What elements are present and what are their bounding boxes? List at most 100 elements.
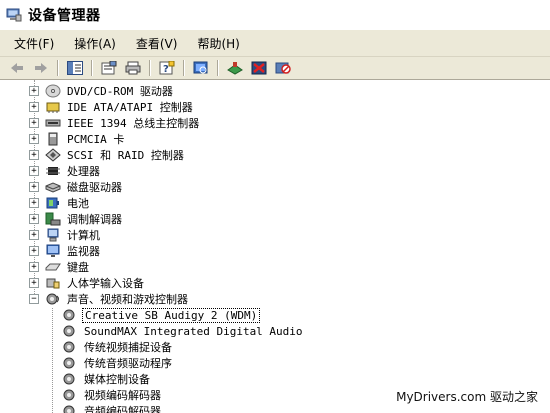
sound-device-label: 传统音频驱动程序: [84, 357, 172, 370]
computer-icon: [45, 228, 61, 242]
tree-item-label: 键盘: [67, 261, 89, 274]
sound-device-label: 音频编码解码器: [84, 405, 161, 413]
menu-help[interactable]: 帮助(H): [195, 33, 241, 54]
tree-item-label: SCSI 和 RAID 控制器: [67, 149, 184, 162]
expand-plus-icon[interactable]: +: [29, 246, 39, 256]
device-tree: + DVD/CD-ROM 驱动器 + IDE ATA/ATAPI 控制器 + I…: [0, 80, 550, 413]
expand-plus-icon[interactable]: +: [29, 230, 39, 240]
tree-item-label: 声音、视频和游戏控制器: [67, 293, 188, 306]
scsi-icon: [45, 148, 61, 162]
tree-item-label: PCMCIA 卡: [67, 133, 125, 146]
sound-device-label: 视频编码解码器: [84, 389, 161, 402]
watermark-text: MyDrivers.com 驱动之家: [396, 390, 538, 404]
tree-item-label: 人体学输入设备: [67, 277, 144, 290]
toolbar: ?: [0, 57, 550, 80]
menu-file[interactable]: 文件(F): [12, 33, 56, 54]
sound-device-row[interactable]: 视频编码解码器: [62, 387, 163, 403]
speaker-icon: [62, 388, 78, 402]
tree-item-processor[interactable]: + 处理器: [29, 163, 102, 179]
tree-item-pcmcia[interactable]: + PCMCIA 卡: [29, 131, 126, 147]
properties-icon[interactable]: [100, 59, 118, 77]
tree-item-scsi[interactable]: + SCSI 和 RAID 控制器: [29, 147, 186, 163]
speaker-icon: [62, 372, 78, 386]
sound-device-label: SoundMAX Integrated Digital Audio: [84, 324, 303, 338]
svg-text:?: ?: [163, 64, 169, 75]
battery-icon: [45, 196, 61, 210]
forward-arrow-icon[interactable]: [32, 59, 50, 77]
cdrom-icon: [45, 84, 61, 98]
expand-plus-icon[interactable]: +: [29, 182, 39, 192]
print-icon[interactable]: [124, 59, 142, 77]
sound-device-label: Creative SB Audigy 2 (WDM): [82, 307, 261, 323]
monitor-icon: [45, 244, 61, 258]
sound-device-label: 传统视频捕捉设备: [84, 341, 172, 354]
tree-item-battery[interactable]: + 电池: [29, 195, 91, 211]
sound-device-row[interactable]: Creative SB Audigy 2 (WDM): [62, 307, 261, 323]
tree-item-disk-drive[interactable]: + 磁盘驱动器: [29, 179, 124, 195]
expand-plus-icon[interactable]: +: [29, 118, 39, 128]
menu-action[interactable]: 操作(A): [72, 33, 118, 54]
expand-plus-icon[interactable]: +: [29, 150, 39, 160]
toolbar-separator: [183, 60, 185, 76]
tree-item-computer[interactable]: + 计算机: [29, 227, 102, 243]
menu-bar: 文件(F) 操作(A) 查看(V) 帮助(H): [0, 30, 550, 57]
sound-device-row[interactable]: 传统音频驱动程序: [62, 355, 174, 371]
menu-view[interactable]: 查看(V): [134, 33, 180, 54]
toolbar-separator: [217, 60, 219, 76]
tree-item-keyboard[interactable]: + 键盘: [29, 259, 91, 275]
tree-item-hid[interactable]: + 人体学输入设备: [29, 275, 146, 291]
ide-controller-icon: [45, 100, 61, 114]
processor-icon: [45, 164, 61, 178]
ieee1394-icon: [45, 116, 61, 130]
tree-item-label: IEEE 1394 总线主控制器: [67, 117, 200, 130]
sound-device-row[interactable]: 媒体控制设备: [62, 371, 152, 387]
speaker-icon: [62, 340, 78, 354]
tree-item-ide[interactable]: + IDE ATA/ATAPI 控制器: [29, 99, 195, 115]
pcmcia-icon: [45, 132, 61, 146]
disk-drive-icon: [45, 180, 61, 194]
expand-plus-icon[interactable]: +: [29, 198, 39, 208]
window-title: 设备管理器: [28, 8, 101, 24]
tree-item-ieee1394[interactable]: + IEEE 1394 总线主控制器: [29, 115, 201, 131]
back-arrow-icon[interactable]: [8, 59, 26, 77]
tree-item-label: 处理器: [67, 165, 100, 178]
title-bar: 设备管理器: [0, 0, 550, 30]
sound-device-row[interactable]: SoundMAX Integrated Digital Audio: [62, 323, 305, 339]
scan-hardware-icon[interactable]: [192, 59, 210, 77]
keyboard-icon: [45, 260, 61, 274]
speaker-icon: [62, 324, 78, 338]
expand-plus-icon[interactable]: +: [29, 102, 39, 112]
tree-item-label: DVD/CD-ROM 驱动器: [67, 85, 173, 98]
update-driver-icon[interactable]: [226, 59, 244, 77]
tree-item-modem[interactable]: + 调制解调器: [29, 211, 124, 227]
disable-device-icon[interactable]: [274, 59, 292, 77]
speaker-icon: [62, 356, 78, 370]
expand-plus-icon[interactable]: +: [29, 278, 39, 288]
show-hide-tree-icon[interactable]: [66, 59, 84, 77]
hid-icon: [45, 276, 61, 290]
device-manager-icon: [6, 8, 22, 22]
tree-item-label: 调制解调器: [67, 213, 122, 226]
tree-item-dvd-cdrom[interactable]: + DVD/CD-ROM 驱动器: [29, 83, 175, 99]
sound-icon: [45, 292, 61, 306]
sound-device-row[interactable]: 传统视频捕捉设备: [62, 339, 174, 355]
tree-item-monitor[interactable]: + 监视器: [29, 243, 102, 259]
expand-plus-icon[interactable]: +: [29, 262, 39, 272]
sound-device-label: 媒体控制设备: [84, 373, 150, 386]
tree-connector-line: [52, 308, 53, 413]
expand-plus-icon[interactable]: +: [29, 86, 39, 96]
tree-item-sound[interactable]: − 声音、视频和游戏控制器: [29, 291, 190, 307]
modem-icon: [45, 212, 61, 226]
collapse-minus-icon[interactable]: −: [29, 294, 39, 304]
tree-item-label: 监视器: [67, 245, 100, 258]
help-icon[interactable]: ?: [158, 59, 176, 77]
toolbar-separator: [91, 60, 93, 76]
sound-device-row[interactable]: 音频编码解码器: [62, 403, 163, 413]
toolbar-separator: [149, 60, 151, 76]
expand-plus-icon[interactable]: +: [29, 166, 39, 176]
speaker-icon: [62, 404, 78, 413]
tree-item-label: 磁盘驱动器: [67, 181, 122, 194]
expand-plus-icon[interactable]: +: [29, 134, 39, 144]
uninstall-icon[interactable]: [250, 59, 268, 77]
expand-plus-icon[interactable]: +: [29, 214, 39, 224]
